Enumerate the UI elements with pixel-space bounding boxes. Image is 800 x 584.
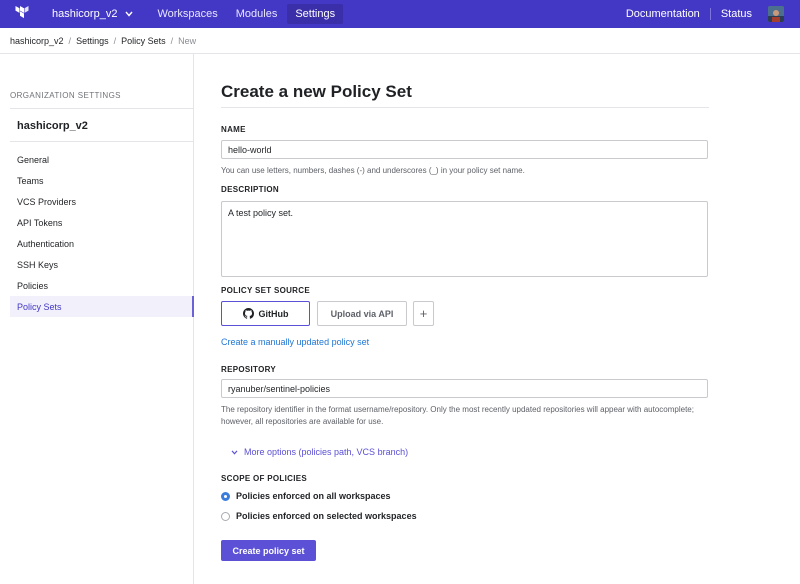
breadcrumb-org[interactable]: hashicorp_v2 (10, 36, 64, 46)
breadcrumb-policy-sets[interactable]: Policy Sets (121, 36, 166, 46)
nav-divider (709, 8, 711, 20)
terraform-logo-icon[interactable] (8, 0, 36, 28)
github-icon (242, 308, 254, 319)
scope-all-radio-option[interactable]: Policies enforced on all workspaces (221, 491, 391, 501)
org-switcher-label: hashicorp_v2 (52, 8, 118, 20)
plus-icon: + (419, 306, 428, 321)
sidebar-item-ssh-keys[interactable]: SSH Keys (10, 254, 194, 275)
sidebar-divider (10, 141, 194, 142)
breadcrumb-settings[interactable]: Settings (76, 36, 109, 46)
sidebar-item-general[interactable]: General (10, 149, 194, 170)
more-options-label: More options (policies path, VCS branch) (244, 447, 409, 457)
upload-via-api-label: Upload via API (330, 308, 394, 319)
add-source-button[interactable]: + (413, 301, 434, 326)
github-source-button[interactable]: GitHub (221, 301, 310, 326)
breadcrumb-separator: / (68, 35, 72, 46)
description-label: DESCRIPTION (221, 185, 279, 194)
scope-all-label: Policies enforced on all workspaces (236, 491, 391, 501)
chevron-down-icon (125, 8, 133, 20)
sidebar-item-teams[interactable]: Teams (10, 170, 194, 191)
nav-settings[interactable]: Settings (287, 4, 344, 24)
scope-label: SCOPE OF POLICIES (221, 474, 308, 483)
upload-via-api-button[interactable]: Upload via API (317, 301, 407, 326)
sidebar-item-api-tokens[interactable]: API Tokens (10, 212, 194, 233)
name-input[interactable] (221, 140, 708, 159)
sidebar-item-policy-sets[interactable]: Policy Sets (10, 296, 194, 317)
chevron-down-icon (231, 448, 238, 457)
settings-sidebar: ORGANIZATION SETTINGS hashicorp_v2 Gener… (0, 54, 194, 584)
title-divider (221, 107, 709, 108)
repository-help-text: The repository identifier in the format … (221, 405, 694, 426)
repository-label: REPOSITORY (221, 365, 277, 374)
github-source-label: GitHub (258, 308, 289, 319)
name-help-text: You can use letters, numbers, dashes (-)… (221, 166, 525, 175)
page-title: Create a new Policy Set (221, 82, 412, 101)
scope-selected-radio-option[interactable]: Policies enforced on selected workspaces (221, 511, 417, 521)
scope-selected-label: Policies enforced on selected workspaces (236, 511, 417, 521)
radio-checked-icon[interactable] (221, 491, 230, 501)
create-policy-set-button[interactable]: Create policy set (221, 540, 316, 561)
nav-modules[interactable]: Modules (228, 4, 286, 24)
top-navigation-bar: hashicorp_v2 Workspaces Modules Settings… (0, 0, 800, 28)
name-label: NAME (221, 125, 246, 134)
breadcrumb-current: New (178, 35, 197, 46)
breadcrumb-separator: / (170, 35, 174, 46)
radio-unchecked-icon[interactable] (221, 511, 230, 521)
breadcrumb: hashicorp_v2 / Settings / Policy Sets / … (0, 28, 800, 54)
sidebar-org-name: hashicorp_v2 (17, 120, 88, 132)
policy-set-source-label: POLICY SET SOURCE (221, 286, 310, 295)
sidebar-divider (10, 108, 194, 109)
sidebar-item-authentication[interactable]: Authentication (10, 233, 194, 254)
sidebar-item-policies[interactable]: Policies (10, 275, 194, 296)
manual-policy-set-link[interactable]: Create a manually updated policy set (221, 337, 369, 347)
more-options-toggle[interactable]: More options (policies path, VCS branch) (231, 447, 408, 457)
user-avatar[interactable] (768, 6, 784, 22)
breadcrumb-separator: / (113, 35, 117, 46)
top-right-links: Documentation Status (626, 0, 800, 28)
documentation-link[interactable]: Documentation (626, 8, 700, 20)
description-textarea[interactable]: A test policy set. (221, 201, 708, 277)
status-link[interactable]: Status (721, 8, 752, 20)
org-switcher[interactable]: hashicorp_v2 (52, 8, 133, 20)
sidebar-menu: General Teams VCS Providers API Tokens A… (10, 149, 194, 317)
repository-input[interactable] (221, 379, 708, 398)
main-nav: Workspaces Modules Settings (149, 0, 345, 28)
nav-workspaces[interactable]: Workspaces (149, 4, 225, 24)
sidebar-item-vcs-providers[interactable]: VCS Providers (10, 191, 194, 212)
sidebar-heading: ORGANIZATION SETTINGS (10, 91, 121, 100)
